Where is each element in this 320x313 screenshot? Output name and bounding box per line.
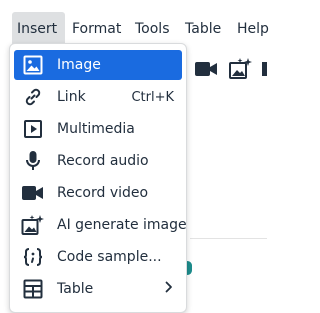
link-icon — [21, 85, 45, 109]
menubar: Insert Format Tools Table Help — [0, 12, 269, 46]
insert-menu: Image Link Ctrl+K Multimedia Record audi… — [9, 43, 187, 313]
multimedia-icon — [21, 117, 45, 141]
menu-item-label: Link — [57, 89, 86, 105]
menubar-insert[interactable]: Insert — [12, 12, 65, 46]
menu-item-label: Code sample... — [57, 249, 162, 265]
shortcut-hint: Ctrl+K — [131, 89, 174, 105]
menu-item-record-video[interactable]: Record video — [14, 178, 182, 208]
video-camera-icon — [21, 181, 45, 205]
menubar-table[interactable]: Table — [180, 12, 226, 46]
menu-item-table[interactable]: Table — [14, 274, 182, 304]
menubar-tools[interactable]: Tools — [130, 12, 175, 46]
menu-item-link[interactable]: Link Ctrl+K — [14, 82, 182, 112]
ai-image-icon — [21, 213, 45, 237]
menu-item-image[interactable]: Image — [14, 50, 182, 80]
menu-item-label: Record audio — [57, 153, 149, 169]
menu-item-code-sample[interactable]: Code sample... — [14, 242, 182, 272]
menu-item-label: Record video — [57, 185, 149, 201]
menubar-format[interactable]: Format — [67, 12, 126, 46]
toolbar-overflow-icon[interactable] — [261, 60, 267, 78]
content-divider — [190, 238, 267, 239]
menu-item-ai-generate-image[interactable]: AI generate image — [14, 210, 187, 240]
image-icon — [21, 53, 45, 77]
microphone-icon — [21, 149, 45, 173]
table-icon — [21, 277, 45, 301]
menubar-help[interactable]: Help — [232, 12, 274, 46]
code-sample-icon — [21, 245, 45, 269]
menu-item-label: Multimedia — [57, 121, 135, 137]
menu-item-record-audio[interactable]: Record audio — [14, 146, 182, 176]
ai-image-icon[interactable] — [228, 57, 254, 81]
menu-item-label: AI generate image — [57, 217, 187, 233]
menu-item-label: Image — [57, 57, 101, 73]
menu-item-multimedia[interactable]: Multimedia — [14, 114, 182, 144]
video-camera-icon[interactable] — [194, 58, 218, 80]
